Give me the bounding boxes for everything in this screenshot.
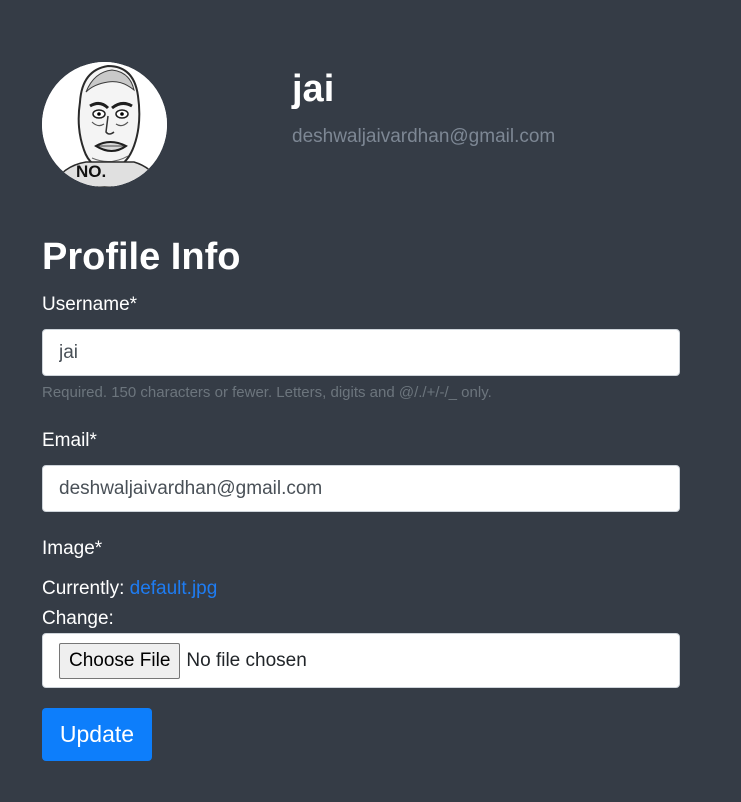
image-label: Image* (42, 538, 103, 559)
profile-email: deshwaljaivardhan@gmail.com (292, 126, 556, 147)
profile-avatar: NO. (42, 62, 167, 187)
username-help-text: Required. 150 characters or fewer. Lette… (42, 384, 492, 401)
profile-page: NO. jai deshwaljaivardhan@gmail.com Prof… (0, 0, 741, 802)
image-current-row: Currently: default.jpg (42, 576, 217, 602)
change-label: Change: (42, 608, 114, 629)
profile-info-heading: Profile Info (42, 236, 241, 278)
currently-label: Currently: (42, 578, 125, 599)
username-input[interactable] (42, 329, 680, 376)
username-label: Username* (42, 294, 138, 315)
profile-name: jai (292, 68, 335, 110)
choose-file-button[interactable]: Choose File (59, 642, 181, 679)
update-button[interactable]: Update (42, 708, 152, 761)
file-status-text: No file chosen (186, 649, 307, 671)
email-input[interactable] (42, 465, 680, 512)
avatar-caption: NO. (76, 162, 107, 181)
image-file-input[interactable]: Choose File No file chosen (42, 633, 680, 688)
current-image-link[interactable]: default.jpg (130, 578, 218, 599)
email-label: Email* (42, 430, 97, 451)
